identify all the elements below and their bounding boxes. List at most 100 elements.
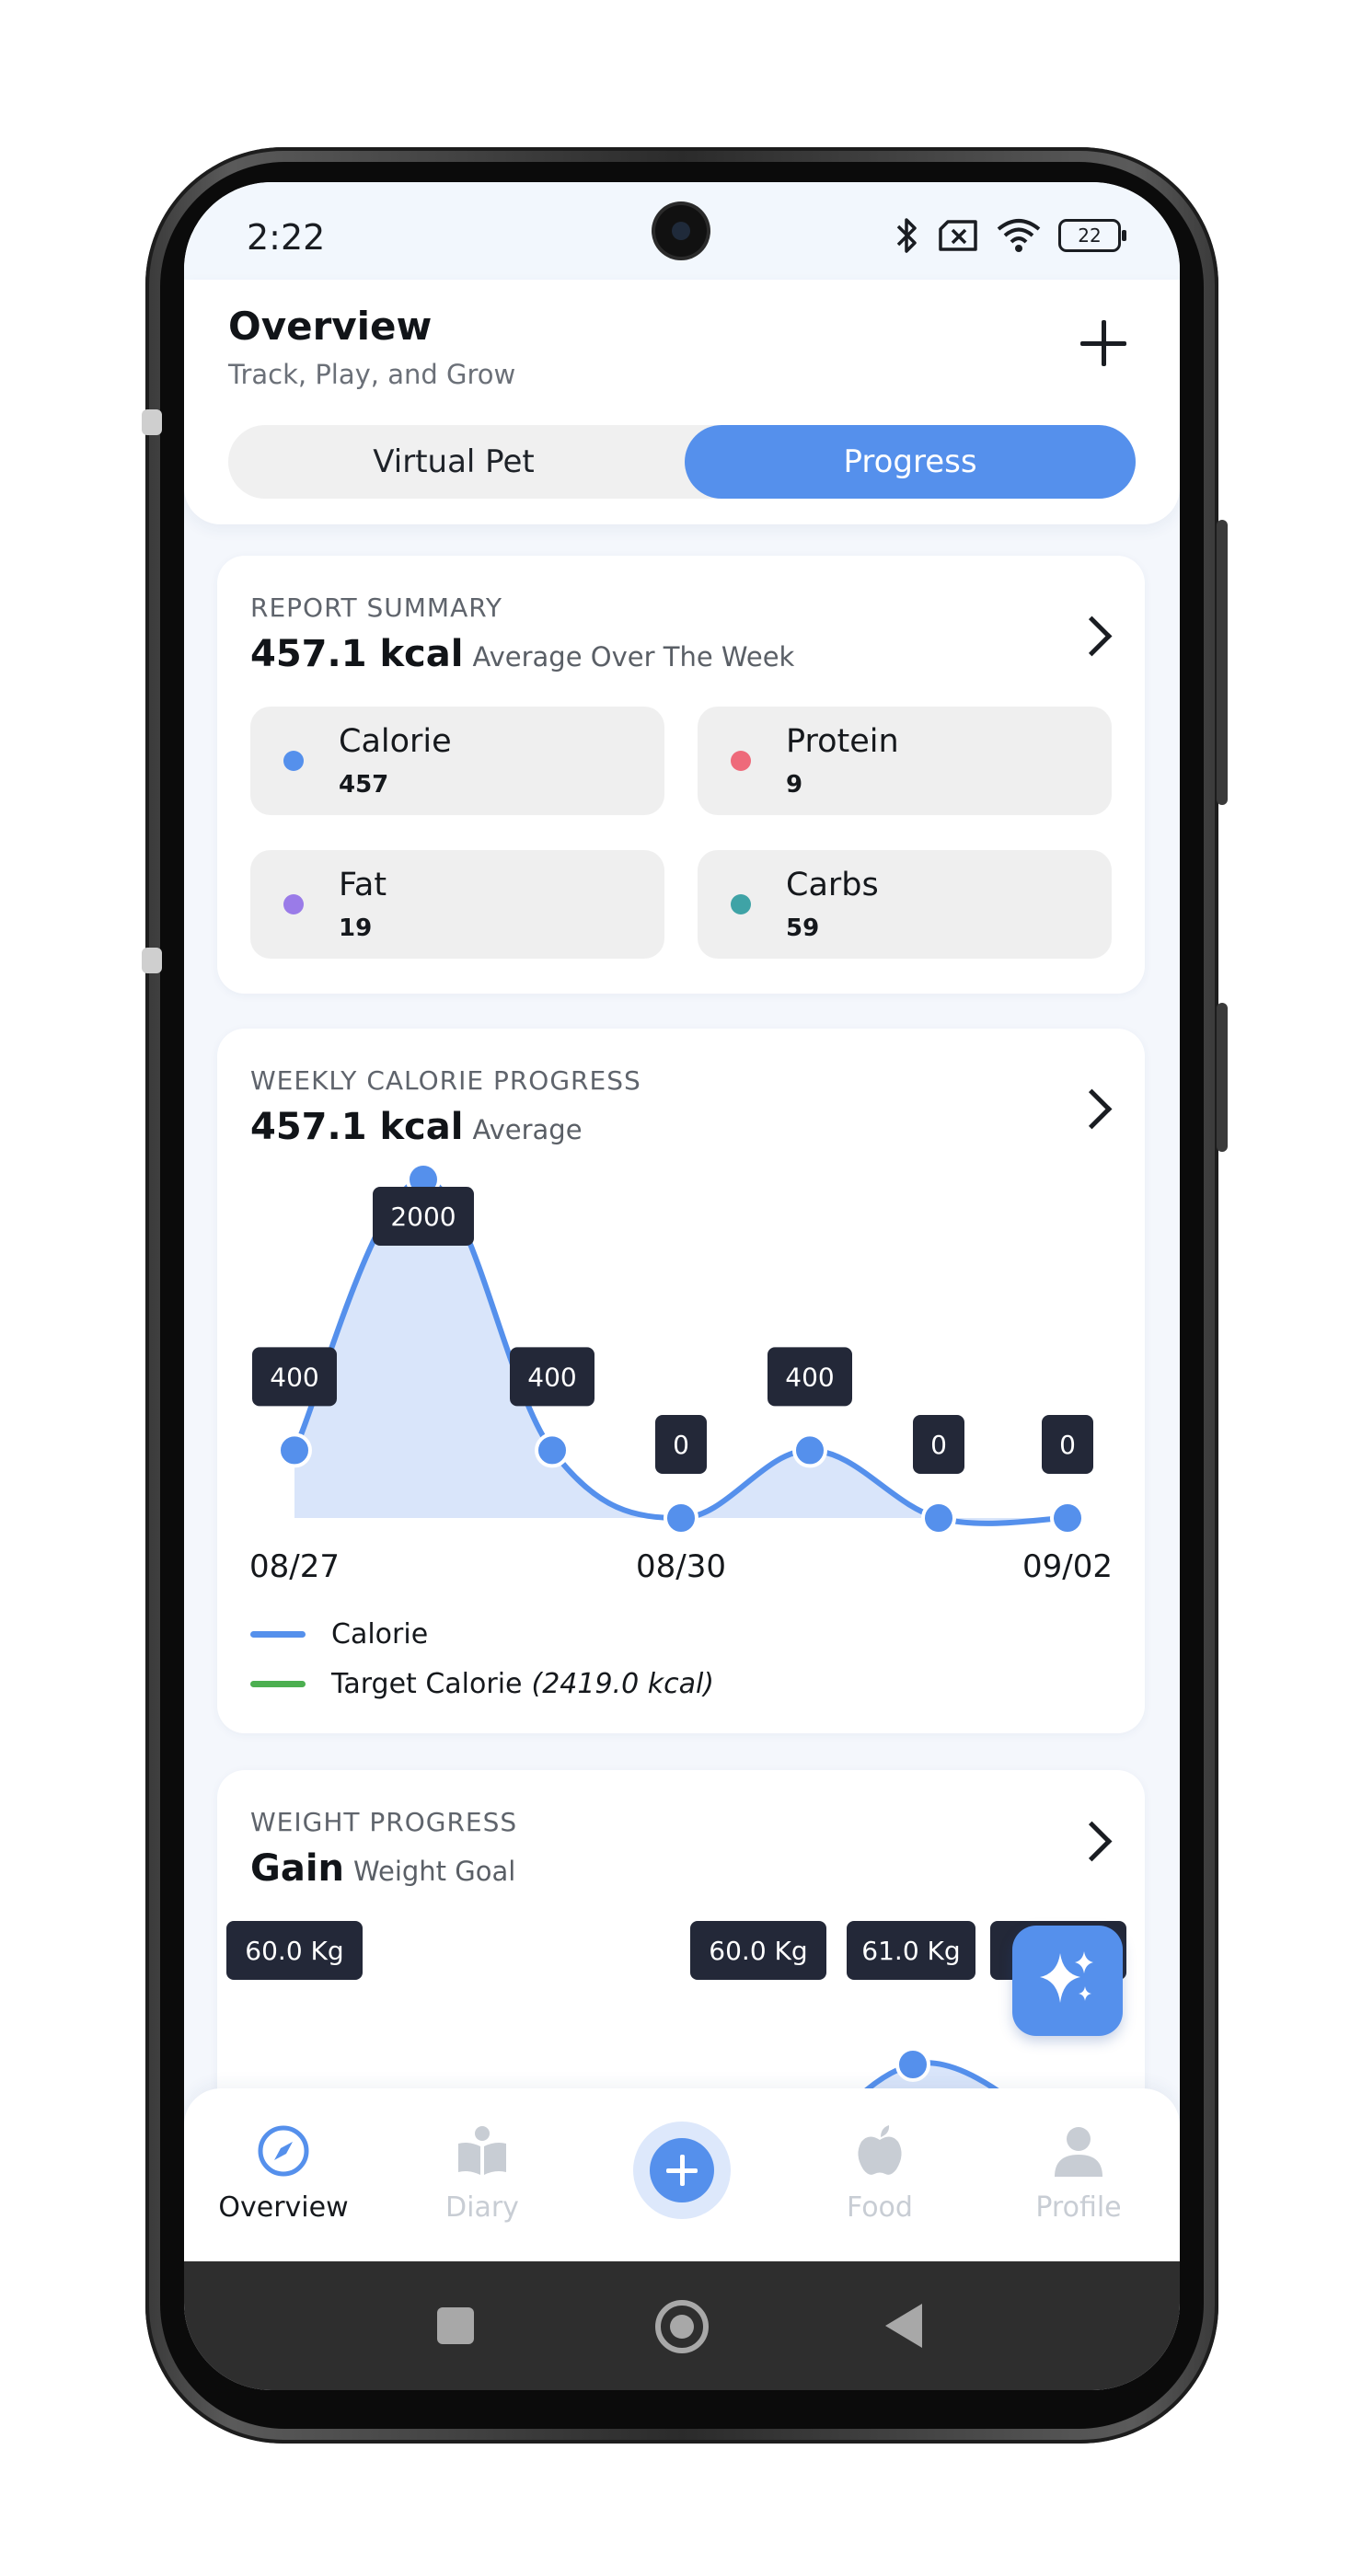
legend-swatch xyxy=(250,1630,306,1638)
nav-label: Food xyxy=(847,2191,913,2224)
calorie-dot-icon xyxy=(283,751,304,771)
recents-icon[interactable] xyxy=(437,2307,474,2344)
chevron-right-icon[interactable] xyxy=(1071,615,1113,657)
carbs-dot-icon xyxy=(731,894,751,914)
data-label-text: 61.0 Kg xyxy=(861,1936,960,1966)
calorie-point xyxy=(535,1432,570,1468)
plus-icon xyxy=(650,2138,714,2202)
compass-icon xyxy=(258,2125,309,2177)
status-time: 2:22 xyxy=(247,217,326,258)
weight-point xyxy=(895,2047,930,2082)
nav-item-profile[interactable]: Profile xyxy=(987,2088,1171,2261)
page-title: Overview xyxy=(228,304,433,349)
back-icon[interactable] xyxy=(885,2304,922,2348)
x-tick-label: 08/30 xyxy=(636,1548,726,1585)
legend-swatch xyxy=(250,1680,306,1687)
data-label: 400 xyxy=(510,1347,594,1407)
fat-dot-icon xyxy=(283,894,304,914)
x-tick-label: 08/27 xyxy=(249,1548,340,1585)
left-button xyxy=(142,409,162,435)
book-icon xyxy=(458,2126,506,2175)
nav-item-overview[interactable]: Overview xyxy=(191,2088,375,2261)
tab-switcher: Virtual Pet Progress xyxy=(228,425,1136,499)
legend-item-calorie: Calorie xyxy=(250,1616,428,1652)
stat-value: 19 xyxy=(339,914,373,942)
report-summary-card[interactable]: REPORT SUMMARY 457.1 kcal Average Over Th… xyxy=(217,556,1145,994)
stat-value: 59 xyxy=(786,914,820,942)
data-label-text: 400 xyxy=(527,1362,576,1392)
status-bar: 2:22 22 xyxy=(184,182,1180,280)
stat-tile-calorie: Calorie 457 xyxy=(250,707,664,815)
page-subtitle: Track, Play, and Grow xyxy=(228,359,516,390)
left-button-2 xyxy=(142,948,162,973)
add-icon[interactable] xyxy=(1079,318,1128,368)
legend-item-target: Target Calorie (2419.0 kcal) xyxy=(250,1665,714,1702)
data-label-text: 0 xyxy=(930,1430,947,1460)
ai-assistant-button[interactable] xyxy=(1012,1926,1123,2036)
report-summary-kicker: REPORT SUMMARY xyxy=(250,592,502,623)
bluetooth-icon xyxy=(896,218,917,253)
stat-label: Fat xyxy=(339,867,387,903)
bottom-navigation: Overview Diary Food Profile xyxy=(184,2088,1180,2261)
legend-note: (2419.0 kcal) xyxy=(531,1667,715,1700)
data-label-text: 60.0 Kg xyxy=(709,1936,807,1966)
person-icon xyxy=(1055,2127,1102,2177)
data-label: 61.0 Kg xyxy=(847,1921,975,1980)
report-summary-headline: 457.1 kcal Average Over The Week xyxy=(250,633,794,675)
stat-label: Carbs xyxy=(786,867,879,903)
tab-virtual-pet[interactable]: Virtual Pet xyxy=(228,425,679,499)
data-label: 0 xyxy=(1042,1415,1093,1474)
data-label: 400 xyxy=(252,1347,337,1407)
data-label-text: 2000 xyxy=(390,1202,456,1232)
nav-item-food[interactable]: Food xyxy=(788,2088,972,2261)
camera-cutout xyxy=(655,205,707,257)
home-icon[interactable] xyxy=(655,2300,709,2353)
calorie-point xyxy=(277,1432,312,1468)
app-header: Overview Track, Play, and Grow Virtual P… xyxy=(184,280,1180,524)
wifi-icon xyxy=(997,219,1041,252)
sparkles-icon xyxy=(1040,1951,1093,2003)
calorie-chart: 400 2000 400 0 400 0 0 08/27 08/30 09/02 xyxy=(249,1162,1113,1585)
legend-label: Calorie xyxy=(331,1617,429,1650)
data-label-text: 0 xyxy=(1059,1430,1076,1460)
stat-tile-carbs: Carbs 59 xyxy=(698,850,1112,959)
stat-label: Protein xyxy=(786,723,899,760)
weekly-calorie-card[interactable]: WEEKLY CALORIE PROGRESS 457.1 kcal Averag… xyxy=(217,1029,1145,1733)
data-label-text: 60.0 Kg xyxy=(245,1936,343,1966)
nav-label: Diary xyxy=(445,2191,519,2224)
calorie-point xyxy=(1050,1501,1085,1535)
report-summary-value: 457.1 kcal xyxy=(250,633,464,675)
nav-add-button[interactable] xyxy=(633,2122,731,2219)
data-label: 0 xyxy=(655,1415,707,1474)
data-label: 0 xyxy=(913,1415,964,1474)
nav-item-diary[interactable]: Diary xyxy=(390,2088,574,2261)
protein-dot-icon xyxy=(731,751,751,771)
app-screen: 2:22 22 Overview Track, Play, and Grow V xyxy=(184,182,1180,2390)
tab-progress[interactable]: Progress xyxy=(685,425,1136,499)
apple-icon xyxy=(858,2125,902,2175)
data-label: 400 xyxy=(768,1347,852,1407)
nav-label: Profile xyxy=(1035,2191,1122,2224)
battery-indicator: 22 xyxy=(1058,219,1126,252)
stat-label: Calorie xyxy=(339,723,452,760)
stat-tile-protein: Protein 9 xyxy=(698,707,1112,815)
calorie-point xyxy=(664,1501,698,1535)
x-tick-label: 09/02 xyxy=(1022,1548,1113,1585)
stat-value: 457 xyxy=(339,771,389,799)
data-label-text: 400 xyxy=(785,1362,834,1392)
data-label: 2000 xyxy=(373,1187,474,1246)
status-icons: 22 xyxy=(893,215,1126,256)
data-label: 60.0 Kg xyxy=(690,1921,826,1980)
calorie-point xyxy=(921,1501,956,1535)
calorie-point xyxy=(792,1432,827,1468)
legend-label: Target Calorie xyxy=(331,1667,523,1700)
nav-label: Overview xyxy=(218,2191,349,2224)
data-label: 60.0 Kg xyxy=(226,1921,363,1980)
power-button xyxy=(1217,1003,1228,1152)
report-summary-sub: Average Over The Week xyxy=(472,641,795,673)
system-navigation-bar xyxy=(184,2261,1180,2390)
data-label-text: 400 xyxy=(270,1362,318,1392)
data-label-text: 0 xyxy=(673,1430,689,1460)
no-sim-icon xyxy=(939,220,977,251)
stat-value: 9 xyxy=(786,771,803,799)
